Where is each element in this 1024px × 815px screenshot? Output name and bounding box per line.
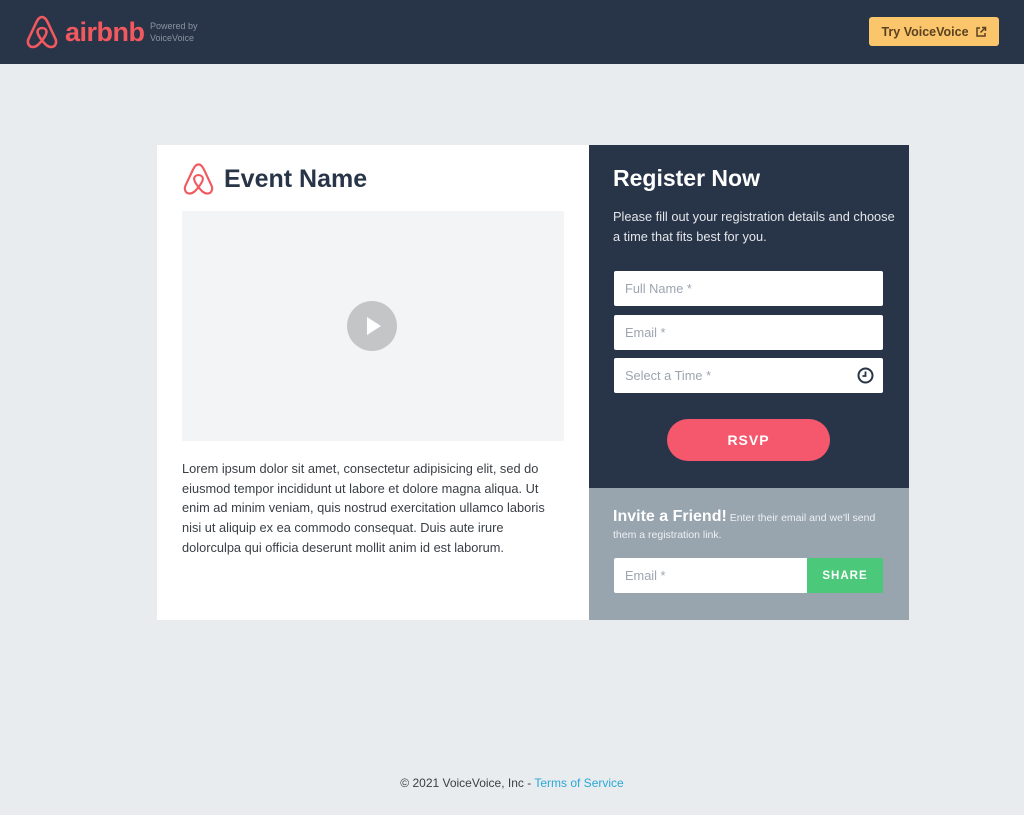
powered-by-line1: Powered by [150, 21, 198, 31]
top-bar: airbnb Powered by VoiceVoice Try VoiceVo… [0, 0, 1024, 64]
brand-logo-link[interactable]: airbnb [25, 14, 145, 50]
email-input[interactable] [614, 315, 883, 350]
invite-heading: Invite a Friend! [613, 508, 727, 525]
video-player[interactable] [182, 211, 564, 441]
time-select[interactable] [614, 358, 883, 393]
event-description: Lorem ipsum dolor sit amet, consectetur … [182, 461, 545, 555]
share-button[interactable]: SHARE [807, 558, 883, 593]
register-title: Register Now [613, 165, 760, 191]
airbnb-logo-icon [26, 15, 58, 49]
try-voicevoice-label: Try VoiceVoice [881, 24, 969, 39]
clock-icon[interactable] [857, 367, 874, 384]
invite-form: SHARE [614, 558, 883, 593]
play-icon [367, 317, 381, 335]
play-button[interactable] [347, 301, 397, 351]
terms-of-service-link[interactable]: Terms of Service [534, 776, 623, 790]
time-select-input[interactable] [614, 358, 883, 393]
try-voicevoice-button[interactable]: Try VoiceVoice [869, 17, 999, 46]
copyright-text: © 2021 VoiceVoice, Inc - [400, 776, 535, 790]
event-header: Event Name [182, 161, 367, 197]
full-name-input[interactable] [614, 271, 883, 306]
powered-by-line2: VoiceVoice [150, 33, 195, 43]
event-panel: Event Name Lorem ipsum dolor sit amet, c… [157, 145, 589, 620]
external-link-icon [975, 26, 986, 37]
footer: © 2021 VoiceVoice, Inc - Terms of Servic… [0, 776, 1024, 790]
event-card: Event Name Lorem ipsum dolor sit amet, c… [157, 145, 909, 620]
brand-name: airbnb [65, 17, 145, 47]
register-subtitle: Please fill out your registration detail… [613, 209, 895, 244]
airbnb-logo-icon [183, 163, 214, 195]
invite-email-input[interactable] [614, 558, 807, 593]
powered-by: Powered by VoiceVoice [150, 20, 198, 44]
registration-column: Register Now Please fill out your regist… [589, 145, 909, 620]
event-title: Event Name [224, 164, 368, 193]
invite-text: Invite a Friend! Enter their email and w… [613, 508, 898, 544]
invite-panel: Invite a Friend! Enter their email and w… [589, 488, 909, 620]
rsvp-button[interactable]: RSVP [667, 419, 830, 461]
register-panel: Register Now Please fill out your regist… [589, 145, 909, 488]
